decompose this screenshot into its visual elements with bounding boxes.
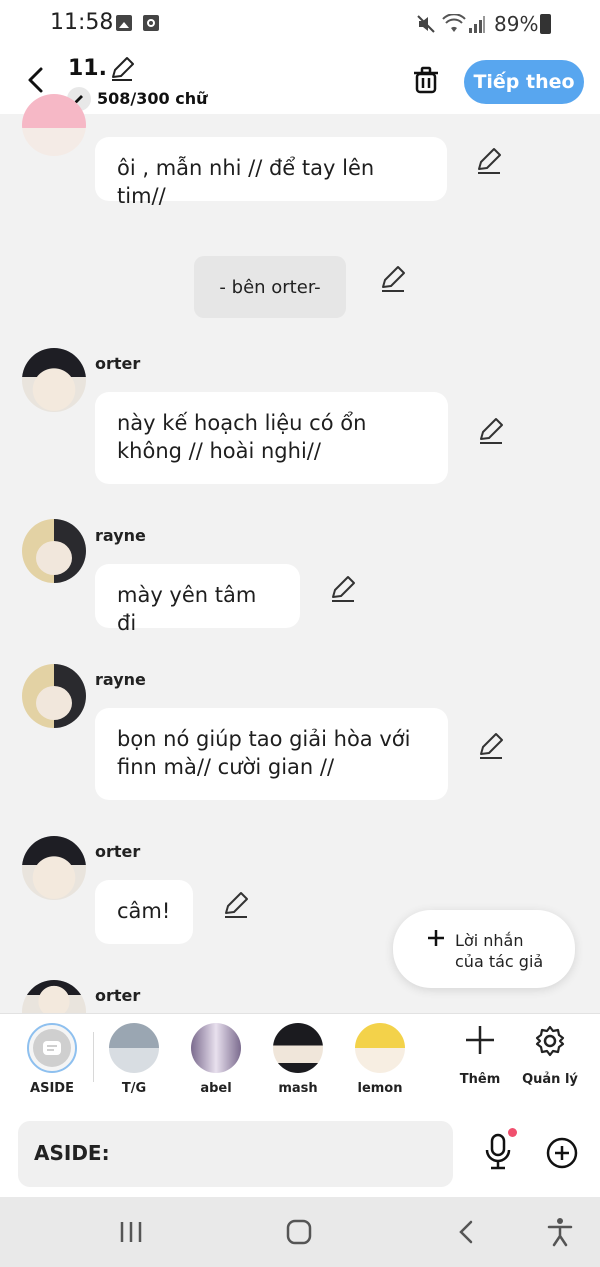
signal-icon	[468, 14, 486, 38]
home-icon[interactable]	[286, 1219, 312, 1245]
character-avatar[interactable]	[22, 664, 86, 728]
character-aside[interactable]: ASIDE	[22, 1023, 82, 1096]
plus-icon	[428, 930, 444, 946]
edit-message-icon[interactable]	[476, 416, 506, 446]
character-name: orter	[95, 986, 141, 1005]
message-input[interactable]: ASIDE:	[18, 1121, 453, 1187]
divider	[93, 1032, 94, 1082]
character-label: lemon	[357, 1081, 403, 1096]
recent-apps-icon[interactable]	[118, 1220, 144, 1244]
aside-chat-icon	[43, 1041, 61, 1055]
character-label: ASIDE	[30, 1081, 74, 1096]
chapter-title[interactable]: 11.	[68, 56, 107, 81]
gallery-notification-icon	[116, 15, 132, 31]
character-name: rayne	[95, 526, 146, 545]
edit-message-icon[interactable]	[476, 731, 506, 761]
battery-percent: 89%	[494, 12, 539, 36]
character-abel[interactable]: abel	[186, 1023, 246, 1096]
character-avatar[interactable]	[22, 836, 86, 900]
edit-message-icon[interactable]	[474, 146, 504, 176]
character-name: rayne	[95, 670, 146, 689]
edit-message-icon[interactable]	[378, 264, 408, 294]
aside-avatar	[27, 1023, 77, 1073]
character-label: abel	[200, 1081, 232, 1096]
narration-bubble[interactable]: - bên orter-	[194, 256, 346, 318]
microphone-icon	[485, 1133, 511, 1170]
character-avatar[interactable]	[22, 348, 86, 412]
message-bubble[interactable]: câm!	[95, 880, 193, 944]
character-avatar[interactable]	[22, 519, 86, 583]
voice-input-button[interactable]	[482, 1133, 514, 1171]
character-label: mash	[278, 1081, 318, 1096]
character-avatar	[191, 1023, 241, 1073]
plus-circle-icon	[546, 1137, 578, 1169]
character-avatar	[273, 1023, 323, 1073]
status-time: 11:58	[50, 10, 114, 35]
add-icon	[466, 1026, 494, 1054]
word-count: 508/300 chữ	[97, 89, 208, 108]
message-bubble[interactable]: mày yên tâm đi	[95, 564, 300, 635]
character-name: orter	[95, 354, 141, 373]
notification-dot	[508, 1128, 517, 1137]
next-button[interactable]: Tiếp theo	[464, 60, 584, 104]
character-avatar[interactable]	[22, 980, 86, 1013]
character-avatar	[355, 1023, 405, 1073]
back-nav-icon[interactable]	[458, 1220, 474, 1244]
wifi-icon	[442, 13, 466, 38]
battery-icon	[540, 14, 551, 34]
delete-button[interactable]	[410, 64, 442, 96]
manage-characters-button[interactable]: Quản lý	[520, 1024, 580, 1087]
character-label: T/G	[121, 1081, 147, 1096]
gear-icon	[535, 1025, 565, 1057]
back-arrow-icon	[28, 67, 43, 93]
character-lemon[interactable]: lemon	[350, 1023, 410, 1096]
character-mash[interactable]: mash	[268, 1023, 328, 1096]
add-content-button[interactable]	[546, 1137, 578, 1169]
character-tg[interactable]: T/G	[104, 1023, 164, 1096]
character-avatar	[109, 1023, 159, 1073]
edit-message-icon[interactable]	[328, 574, 358, 604]
message-bubble[interactable]: ôi , mẫn nhi // để tay lên tim//	[95, 137, 447, 208]
add-character-button[interactable]: Thêm	[454, 1024, 506, 1087]
character-avatar[interactable]	[22, 94, 86, 156]
mute-icon	[416, 14, 436, 38]
author-note-label: Lời nhắn của tác giả	[455, 931, 544, 971]
trash-icon	[414, 66, 438, 94]
screen-record-icon	[143, 15, 159, 31]
character-name: orter	[95, 842, 141, 861]
accessibility-icon[interactable]	[547, 1217, 573, 1247]
message-bubble[interactable]: này kế hoạch liệu có ổn không // hoài ng…	[95, 392, 448, 484]
title-edit-icon[interactable]	[108, 55, 136, 83]
message-bubble[interactable]: bọn nó giúp tao giải hòa với finn mà// c…	[95, 708, 448, 800]
edit-message-icon[interactable]	[221, 890, 251, 920]
back-button[interactable]	[20, 62, 50, 98]
